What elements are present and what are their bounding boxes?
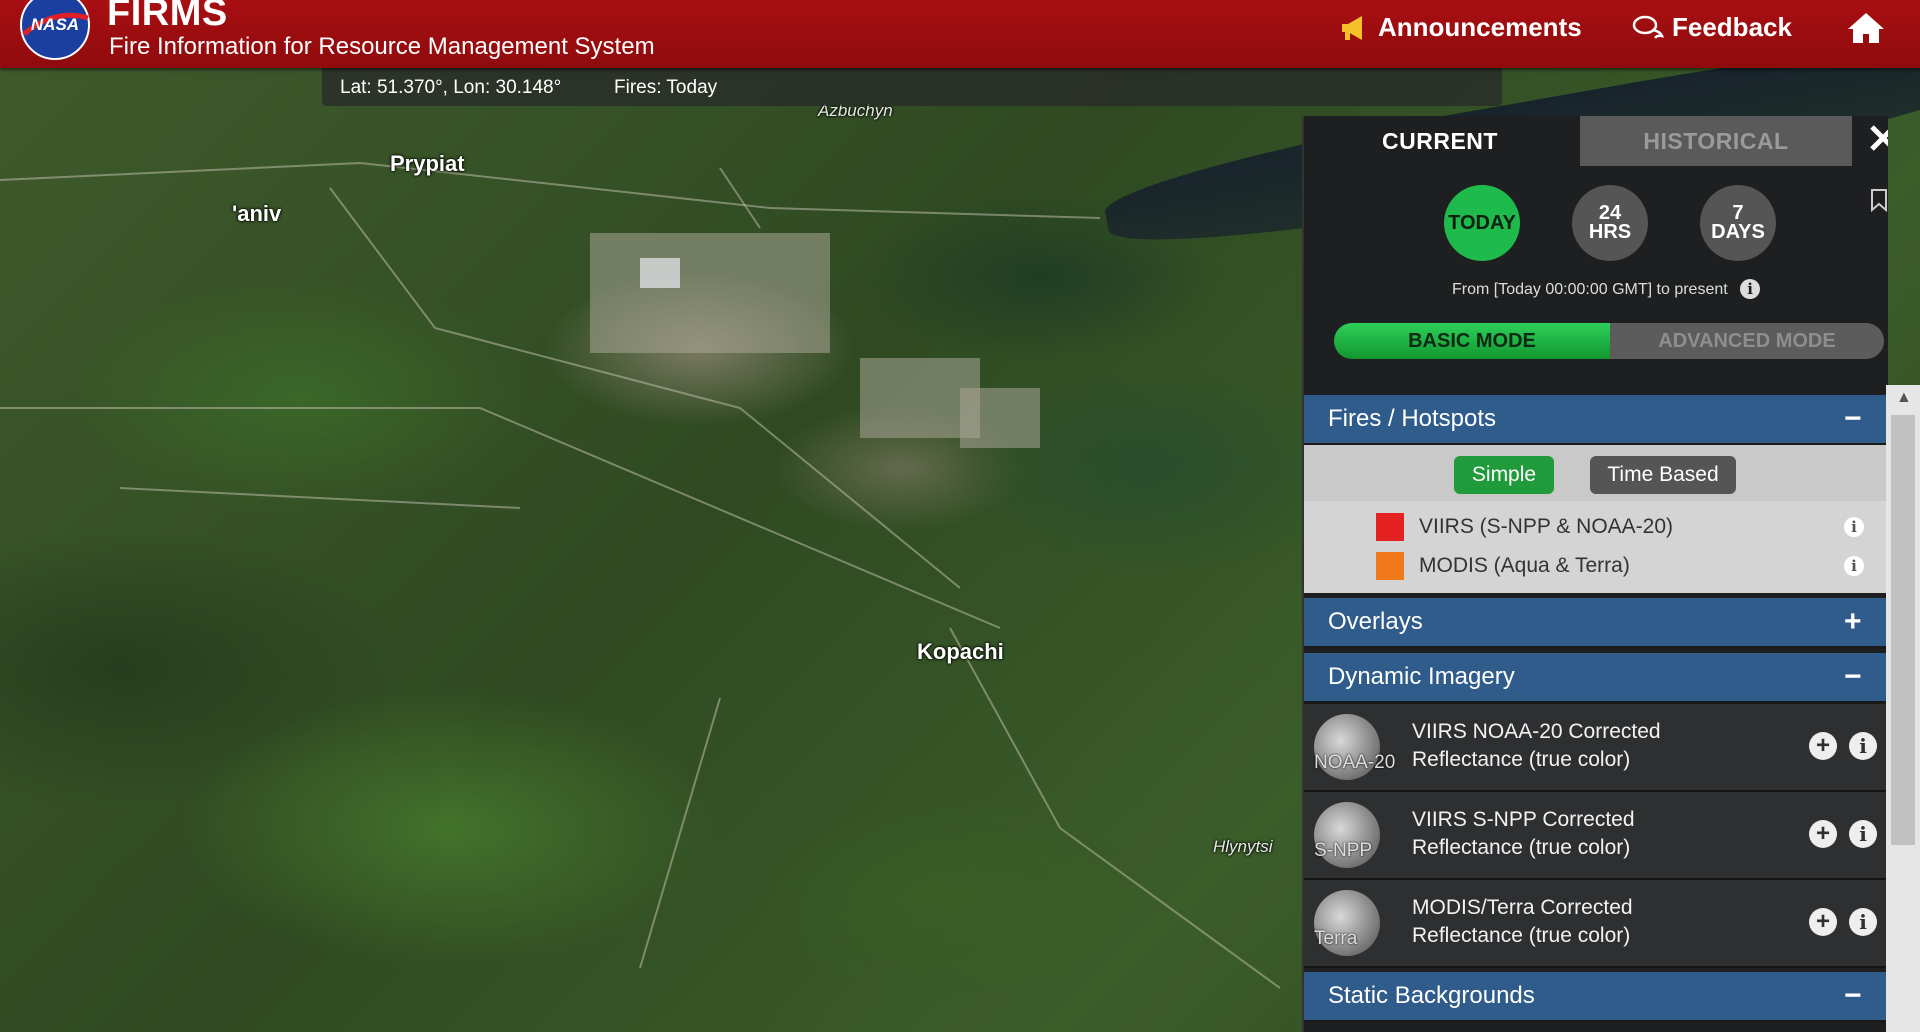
announcements-label: Announcements (1378, 12, 1582, 42)
map-label-yaniv: 'aniv (232, 201, 282, 226)
home-icon (1848, 13, 1884, 43)
thumbnail-label: NOAA-20 (1314, 752, 1396, 773)
feedback-link[interactable]: Feedback (1632, 12, 1792, 43)
24-hrs-unit: HRS (1588, 221, 1632, 243)
close-icon (1870, 125, 1888, 151)
announcements-link[interactable]: Announcements (1340, 12, 1582, 43)
basic-mode-button[interactable]: BASIC MODE (1334, 323, 1610, 359)
overlays-header[interactable]: Overlays + (1304, 598, 1886, 649)
imagery-title-line2: Reflectance (true color) (1412, 748, 1631, 771)
viirs-layer-label: VIIRS (S-NPP & NOAA-20) (1419, 515, 1674, 538)
static-backgrounds-header[interactable]: Static Backgrounds − (1304, 972, 1886, 1023)
info-icon[interactable]: i (1849, 732, 1877, 760)
map-label-kopachi: Kopachi (917, 639, 1004, 664)
collapse-icon[interactable]: − (1844, 979, 1862, 1013)
fire-layer-modis[interactable]: MODIS (Aqua & Terra) i (1304, 548, 1886, 584)
add-layer-icon[interactable]: + (1809, 732, 1837, 760)
add-layer-icon[interactable]: + (1809, 820, 1837, 848)
nasa-logo-text: NASA (31, 15, 79, 34)
thumbnail-label: S-NPP (1314, 840, 1373, 861)
fire-display-subtabs: Simple Time Based (1304, 445, 1886, 501)
imagery-title-line1: MODIS/Terra Corrected (1412, 896, 1633, 919)
top-header: NASA FIRMS Fire Information for Resource… (0, 0, 1920, 68)
cursor-coordinates: Lat: 51.370°, Lon: 30.148° (340, 77, 562, 98)
imagery-title: VIIRS NOAA-20 Corrected Reflectance (tru… (1412, 718, 1661, 774)
map-label-hlynytsi: Hlynytsi (1213, 837, 1273, 856)
imagery-row-snpp[interactable]: S-NPP VIIRS S-NPP Corrected Reflectance … (1304, 792, 1886, 880)
collapse-icon[interactable]: − (1844, 660, 1862, 694)
time-range-info-icon[interactable]: i (1740, 279, 1761, 299)
home-button[interactable] (1845, 10, 1887, 46)
add-layer-icon[interactable]: + (1809, 908, 1837, 936)
7-days-button[interactable]: 7 DAYS (1700, 185, 1776, 261)
close-panel-button[interactable] (1868, 122, 1888, 160)
imagery-title-line1: VIIRS NOAA-20 Corrected (1412, 720, 1661, 743)
fires-hotspots-header[interactable]: Fires / Hotspots − (1304, 395, 1886, 446)
imagery-row-noaa20[interactable]: NOAA-20 VIIRS NOAA-20 Corrected Reflecta… (1304, 704, 1886, 792)
modis-color-swatch (1376, 552, 1404, 580)
imagery-title-line1: VIIRS S-NPP Corrected (1412, 808, 1635, 831)
24-hrs-button[interactable]: 24 HRS (1572, 185, 1648, 261)
thumbnail-label: Terra (1314, 928, 1358, 949)
fires-range-status: Fires: Today (614, 77, 718, 98)
overlays-title: Overlays (1328, 608, 1423, 635)
chat-icon (1632, 14, 1664, 42)
scroll-up-icon[interactable]: ▲ (1896, 389, 1912, 407)
tab-historical[interactable]: HISTORICAL (1580, 116, 1852, 166)
bookmark-icon[interactable] (1870, 188, 1888, 212)
modis-layer-label: MODIS (Aqua & Terra) (1419, 554, 1630, 577)
map-label-prypiat: Prypiat (390, 151, 465, 176)
fires-hotspots-title: Fires / Hotspots (1328, 405, 1497, 432)
static-backgrounds-title: Static Backgrounds (1328, 982, 1535, 1009)
today-label: TODAY (1448, 211, 1516, 234)
imagery-title: MODIS/Terra Corrected Reflectance (true … (1412, 894, 1633, 950)
modis-info-icon[interactable]: i (1844, 556, 1864, 576)
simple-tab[interactable]: Simple (1454, 456, 1554, 494)
map-status-bar: Lat: 51.370°, Lon: 30.148° Fires: Today (322, 68, 1502, 106)
mode-switch: BASIC MODE ADVANCED MODE (1334, 323, 1884, 359)
today-button[interactable]: TODAY (1444, 185, 1520, 261)
viirs-color-swatch (1376, 513, 1404, 541)
scrollbar-thumb[interactable] (1891, 415, 1915, 845)
info-icon[interactable]: i (1849, 820, 1877, 848)
fire-layer-list: VIIRS (S-NPP & NOAA-20) i MODIS (Aqua & … (1304, 501, 1886, 593)
advanced-mode-button[interactable]: ADVANCED MODE (1610, 323, 1884, 359)
imagery-title-line2: Reflectance (true color) (1412, 836, 1631, 859)
collapse-icon[interactable]: − (1844, 402, 1862, 436)
layer-panel: CURRENT HISTORICAL TODAY 24 HRS 7 DAYS F… (1302, 116, 1888, 1032)
fire-layer-viirs[interactable]: VIIRS (S-NPP & NOAA-20) i (1304, 509, 1886, 545)
time-based-tab[interactable]: Time Based (1590, 456, 1736, 494)
nasa-logo[interactable]: NASA (18, 0, 92, 62)
time-range-text: From [Today 00:00:00 GMT] to present (1452, 281, 1728, 298)
time-range-note: From [Today 00:00:00 GMT] to present i (1452, 279, 1761, 299)
feedback-label: Feedback (1672, 12, 1792, 42)
imagery-row-terra[interactable]: Terra MODIS/Terra Corrected Reflectance … (1304, 880, 1886, 968)
tab-current[interactable]: CURRENT (1304, 116, 1576, 166)
expand-icon[interactable]: + (1844, 605, 1862, 639)
imagery-title-line2: Reflectance (true color) (1412, 924, 1631, 947)
megaphone-icon (1340, 14, 1370, 42)
info-icon[interactable]: i (1849, 908, 1877, 936)
app-title[interactable]: FIRMS (107, 0, 228, 35)
viirs-info-icon[interactable]: i (1844, 517, 1864, 537)
7-days-unit: DAYS (1711, 221, 1765, 243)
dynamic-imagery-title: Dynamic Imagery (1328, 663, 1515, 690)
imagery-title: VIIRS S-NPP Corrected Reflectance (true … (1412, 806, 1635, 862)
dynamic-imagery-header[interactable]: Dynamic Imagery − (1304, 653, 1886, 704)
panel-scrollbar[interactable]: ▲ (1886, 385, 1920, 1032)
app-subtitle: Fire Information for Resource Management… (109, 33, 655, 60)
